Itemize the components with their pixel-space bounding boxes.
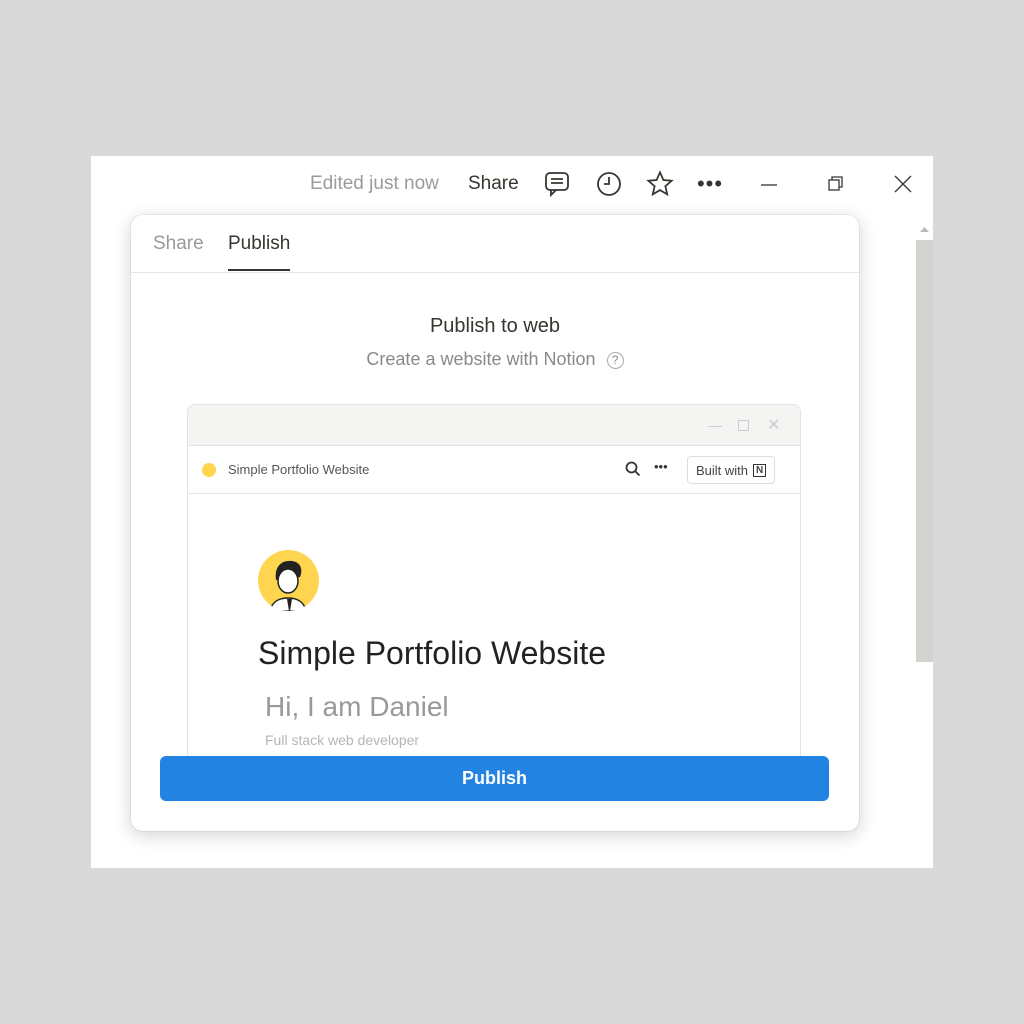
preview-header: Simple Portfolio Website ••• Built with N bbox=[188, 446, 800, 494]
preview-maximize-icon bbox=[738, 420, 749, 431]
subtitle-text: Create a website with Notion bbox=[366, 349, 596, 369]
share-button[interactable]: Share bbox=[468, 173, 519, 195]
tab-bar: Share Publish bbox=[131, 215, 859, 273]
clock-icon[interactable] bbox=[595, 170, 623, 198]
page-tagline: Full stack web developer bbox=[265, 732, 420, 748]
built-with-badge: Built with N bbox=[687, 456, 776, 484]
page-heading: Hi, I am Daniel bbox=[265, 691, 449, 722]
publish-button[interactable]: Publish bbox=[160, 756, 829, 801]
comment-icon[interactable] bbox=[543, 170, 571, 198]
scrollbar-thumb[interactable] bbox=[916, 240, 933, 662]
search-icon bbox=[625, 461, 641, 477]
built-with-text: Built with bbox=[696, 462, 749, 478]
preview-minimize-icon: — bbox=[708, 417, 722, 433]
page-title: Simple Portfolio Website bbox=[258, 635, 606, 671]
restore-icon[interactable] bbox=[822, 170, 850, 198]
edited-status: Edited just now bbox=[310, 173, 439, 194]
publish-popover: Share Publish Publish to web Create a we… bbox=[131, 215, 859, 831]
notion-logo-icon: N bbox=[753, 463, 767, 477]
minimize-icon[interactable] bbox=[755, 170, 783, 198]
website-preview: — ✕ Simple Portfolio Website ••• Built w… bbox=[187, 404, 801, 764]
tab-share[interactable]: Share bbox=[153, 233, 204, 269]
tab-publish[interactable]: Publish bbox=[228, 233, 291, 271]
publish-subtitle: Create a website with Notion ? bbox=[131, 349, 859, 370]
scroll-up-icon[interactable] bbox=[916, 224, 933, 234]
topbar: Edited just now Share ••• bbox=[91, 156, 933, 210]
preview-close-icon: ✕ bbox=[767, 417, 781, 434]
preview-more-icon: ••• bbox=[654, 459, 668, 474]
profile-avatar bbox=[258, 550, 319, 611]
help-icon[interactable]: ? bbox=[606, 352, 624, 369]
publish-title: Publish to web bbox=[429, 315, 561, 337]
close-icon[interactable] bbox=[889, 170, 917, 198]
preview-titlebar: — ✕ bbox=[188, 405, 800, 446]
scrollbar[interactable] bbox=[916, 224, 933, 664]
site-avatar-icon bbox=[202, 463, 216, 477]
more-icon[interactable]: ••• bbox=[696, 170, 724, 198]
site-name: Simple Portfolio Website bbox=[228, 462, 370, 477]
star-icon[interactable] bbox=[646, 170, 674, 198]
